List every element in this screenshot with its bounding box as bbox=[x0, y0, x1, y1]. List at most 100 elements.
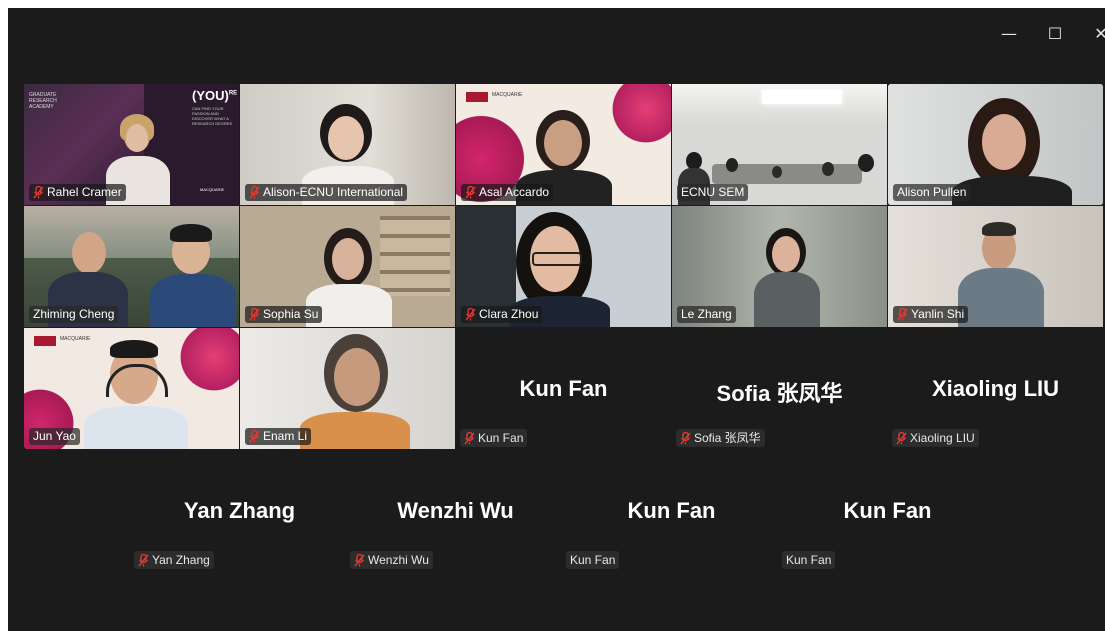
participant-name: Zhiming Cheng bbox=[33, 307, 115, 321]
video-tile-yanlin-shi[interactable]: Yanlin Shi bbox=[888, 206, 1103, 327]
video-tile-alison-ecnu[interactable]: Alison-ECNU International bbox=[240, 84, 455, 205]
participant-name: Rahel Cramer bbox=[47, 185, 122, 199]
participant-label: Clara Zhou bbox=[461, 306, 543, 323]
participant-name: Kun Fan bbox=[786, 553, 832, 567]
participant-label: Kun Fan bbox=[782, 551, 836, 569]
video-tile-alison-pullen[interactable]: Alison Pullen bbox=[888, 84, 1103, 205]
participant-label: Le Zhang bbox=[677, 306, 736, 323]
mic-muted-icon bbox=[465, 308, 476, 321]
participant-name: Alison-ECNU International bbox=[263, 185, 404, 199]
person-body bbox=[84, 406, 188, 449]
participant-label: Alison-ECNU International bbox=[245, 184, 408, 201]
video-tile-zhiming-cheng[interactable]: Zhiming Cheng bbox=[24, 206, 239, 327]
bookshelf bbox=[380, 216, 450, 296]
participant-label: Asal Accardo bbox=[461, 184, 554, 201]
you-tagline: CAN FIND YOUR PASSION AND DISCOVER WHAT … bbox=[192, 106, 233, 126]
academy-text: GRADUATE RESEARCH ACADEMY bbox=[29, 92, 57, 110]
video-tile-ecnu-sem[interactable]: ECNU SEM bbox=[672, 84, 887, 205]
participant-label: Yan Zhang bbox=[134, 551, 214, 569]
mic-muted-icon bbox=[464, 431, 475, 445]
person-face bbox=[982, 114, 1026, 170]
decor-leaf bbox=[606, 84, 671, 154]
participant-name: Jun Yao bbox=[33, 429, 76, 443]
mic-muted-icon bbox=[249, 186, 260, 199]
participant-label: Alison Pullen bbox=[893, 184, 971, 201]
participant-name: Yanlin Shi bbox=[911, 307, 965, 321]
mic-muted-icon bbox=[465, 186, 476, 199]
person-body bbox=[300, 412, 410, 449]
participant-label: Zhiming Cheng bbox=[29, 306, 119, 323]
person-hair bbox=[110, 340, 158, 358]
person-face bbox=[772, 236, 800, 272]
person-head bbox=[726, 158, 738, 172]
video-tile-asal-accardo[interactable]: MACQUARIE Asal Accardo bbox=[456, 84, 671, 205]
person-head bbox=[772, 166, 782, 178]
person-hair bbox=[982, 222, 1016, 236]
participant-label: Sophia Su bbox=[245, 306, 323, 323]
mic-muted-icon bbox=[249, 430, 260, 443]
mic-muted-icon bbox=[897, 308, 908, 321]
person-head bbox=[822, 162, 834, 176]
participant-name: Sophia Su bbox=[263, 307, 319, 321]
ceiling-light bbox=[762, 90, 842, 104]
mic-muted-icon bbox=[33, 186, 44, 199]
participant-label: Wenzhi Wu bbox=[350, 551, 433, 569]
participant-name: Wenzhi Wu bbox=[368, 553, 429, 567]
video-tile-le-zhang[interactable]: Le Zhang bbox=[672, 206, 887, 327]
camera-off-name[interactable]: Kun Fan bbox=[456, 376, 671, 402]
camera-off-name[interactable]: Kun Fan bbox=[564, 498, 779, 524]
participant-label: Enam Li bbox=[245, 428, 312, 445]
macquarie-logo bbox=[34, 336, 56, 346]
participant-name: Kun Fan bbox=[478, 431, 524, 445]
video-tile-rahel-cramer[interactable]: GRADUATE RESEARCH ACADEMY (YOU)RE CAN FI… bbox=[24, 84, 239, 205]
participant-name: Yan Zhang bbox=[152, 553, 210, 567]
participant-name: Alison Pullen bbox=[897, 185, 967, 199]
person-face bbox=[328, 116, 364, 160]
video-tile-clara-zhou[interactable]: Clara Zhou bbox=[456, 206, 671, 327]
participant-name: Kun Fan bbox=[570, 553, 616, 567]
camera-off-name[interactable]: Kun Fan bbox=[780, 498, 995, 524]
video-tile-enam-li[interactable]: Enam Li bbox=[240, 328, 455, 449]
person-face bbox=[72, 232, 106, 274]
person-face bbox=[334, 348, 380, 406]
camera-off-name[interactable]: Wenzhi Wu bbox=[348, 498, 563, 524]
participant-label: Kun Fan bbox=[566, 551, 620, 569]
person-face bbox=[126, 124, 148, 152]
participant-name: Le Zhang bbox=[681, 307, 732, 321]
participant-label: Xiaoling LIU bbox=[892, 429, 979, 447]
mic-muted-icon bbox=[896, 431, 907, 445]
person-body bbox=[958, 268, 1044, 327]
camera-off-name[interactable]: Yan Zhang bbox=[132, 498, 347, 524]
mic-muted-icon bbox=[249, 308, 260, 321]
mic-muted-icon bbox=[354, 553, 365, 567]
camera-off-name[interactable]: Xiaoling LIU bbox=[888, 376, 1103, 402]
macquarie-text: MACQUARIE bbox=[492, 92, 523, 98]
participant-label: Jun Yao bbox=[29, 428, 80, 445]
minimize-button[interactable]: — bbox=[994, 22, 1024, 46]
macquarie-text: MACQUARIE bbox=[60, 336, 91, 342]
participant-label: Rahel Cramer bbox=[29, 184, 126, 201]
meeting-window: — ☐ ✕ GRADUATE RESEARCH ACADEMY (YOU)RE … bbox=[8, 8, 1105, 631]
glasses bbox=[532, 252, 582, 266]
person-face bbox=[332, 238, 364, 280]
participant-name: Sofia 张凤华 bbox=[694, 431, 761, 445]
person-body bbox=[754, 272, 820, 327]
close-button[interactable]: ✕ bbox=[1086, 22, 1105, 46]
video-tile-jun-yao[interactable]: MACQUARIE Jun Yao bbox=[24, 328, 239, 449]
person-head bbox=[858, 154, 874, 172]
participant-label: Yanlin Shi bbox=[893, 306, 969, 323]
decor-leaf bbox=[174, 328, 239, 402]
participant-label: ECNU SEM bbox=[677, 184, 749, 201]
participant-name: Asal Accardo bbox=[479, 185, 550, 199]
video-tile-sophia-su[interactable]: Sophia Su bbox=[240, 206, 455, 327]
participant-label: Kun Fan bbox=[460, 429, 528, 447]
macquarie-logo: MACQUARIE bbox=[200, 187, 225, 192]
participant-name: Xiaoling LIU bbox=[910, 431, 975, 445]
person-face bbox=[544, 120, 582, 166]
camera-off-name[interactable]: Sofia 张凤华 bbox=[672, 376, 887, 408]
participant-name: Enam Li bbox=[263, 429, 308, 443]
mic-muted-icon bbox=[138, 553, 149, 567]
participant-name: Clara Zhou bbox=[479, 307, 539, 321]
maximize-button[interactable]: ☐ bbox=[1040, 22, 1070, 46]
mic-muted-icon bbox=[680, 431, 691, 445]
